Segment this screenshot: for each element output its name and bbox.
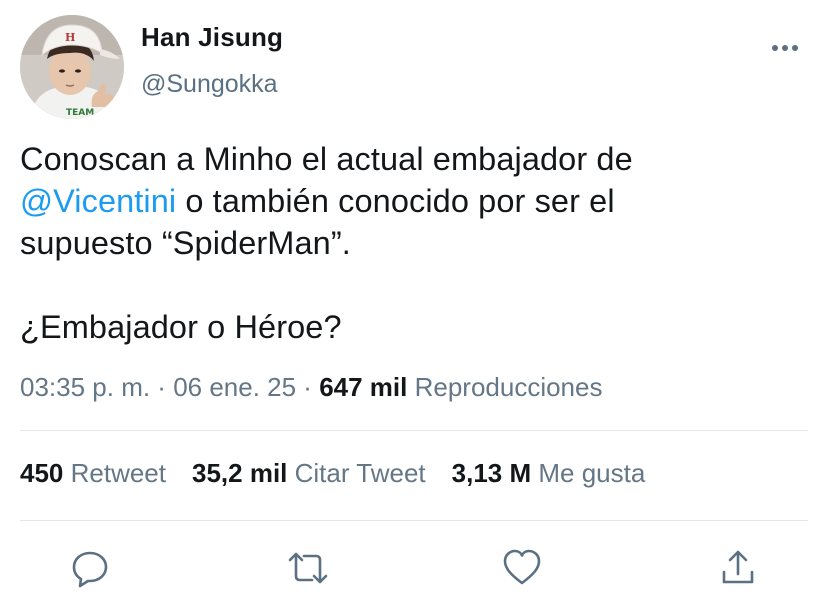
avatar-photo: TEAM H — [20, 15, 124, 119]
heart-icon[interactable] — [502, 548, 542, 588]
avatar[interactable]: TEAM H — [20, 15, 124, 119]
more-horizontal-icon[interactable] — [770, 38, 800, 58]
quotes-label: Citar Tweet — [287, 458, 426, 488]
tweet-text-fragment: o también conocido por ser el — [176, 183, 615, 219]
cap-logo: H — [65, 31, 75, 44]
quotes-stat[interactable]: 35,2 mil Citar Tweet — [192, 458, 426, 489]
likes-count: 3,13 M — [451, 458, 532, 488]
divider — [20, 430, 808, 431]
tweet-text-line: Conoscan a Minho el actual embajador de — [20, 141, 633, 177]
user-handle[interactable]: @Sungokka — [141, 70, 278, 99]
likes-stat[interactable]: 3,13 M Me gusta — [452, 458, 646, 489]
retweets-count: 450 — [20, 458, 64, 488]
quotes-count: 35,2 mil — [192, 458, 288, 488]
meta-separator: · — [296, 372, 320, 402]
comment-bubble-icon[interactable] — [70, 548, 110, 588]
tweet-date[interactable]: 06 ene. 25 — [173, 372, 296, 402]
svg-text:TEAM: TEAM — [66, 108, 94, 118]
share-upload-icon[interactable] — [718, 548, 758, 588]
mention-link[interactable]: @Vicentini — [20, 183, 176, 219]
views-label: Reproducciones — [407, 372, 603, 402]
tweet-meta: 03:35 p. m. · 06 ene. 25 · 647 mil Repro… — [20, 372, 602, 403]
retweets-stat[interactable]: 450 Retweet — [20, 458, 166, 489]
tweet-text-line: supuesto “SpiderMan”. — [20, 225, 351, 261]
likes-label: Me gusta — [531, 458, 646, 488]
engagement-stats: 450 Retweet 35,2 mil Citar Tweet 3,13 M Me… — [20, 458, 671, 489]
meta-separator: · — [150, 372, 174, 402]
divider — [20, 520, 808, 521]
views-count: 647 mil — [319, 372, 408, 402]
display-name[interactable]: Han Jisung — [141, 22, 283, 53]
tweet-text: Conoscan a Minho el actual embajador de … — [20, 138, 810, 348]
tweet-text-line: @Vicentini o también conocido por ser el — [20, 180, 810, 222]
retweet-arrows-icon[interactable] — [286, 548, 328, 588]
tweet-card: TEAM H Han Jisung @Sungokka Conoscan a M… — [0, 0, 828, 614]
tweet-time[interactable]: 03:35 p. m. — [20, 372, 150, 402]
retweets-label: Retweet — [63, 458, 166, 488]
action-bar — [0, 540, 828, 600]
tweet-text-line: ¿Embajador o Héroe? — [20, 309, 342, 345]
